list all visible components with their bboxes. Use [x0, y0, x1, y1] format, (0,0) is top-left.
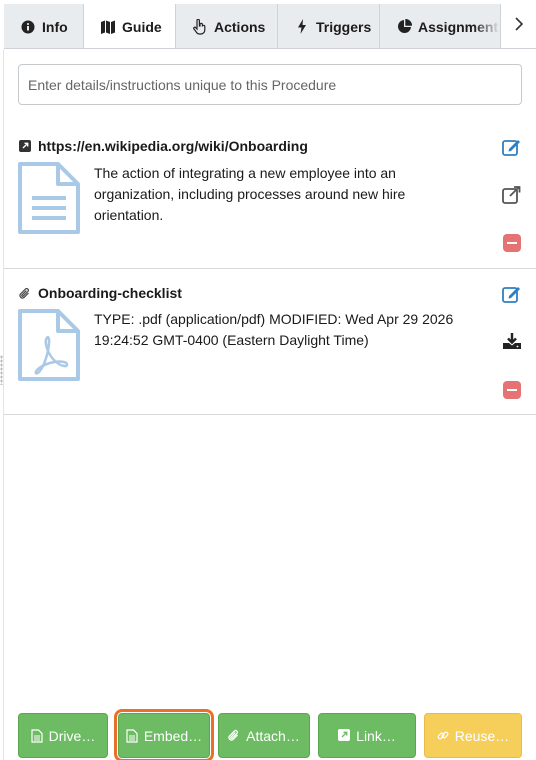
item-title[interactable]: Onboarding-checklist [38, 285, 182, 301]
tab-assignment[interactable]: Assignment [380, 4, 504, 48]
item-title[interactable]: https://en.wikipedia.org/wiki/Onboarding [38, 138, 308, 154]
tab-bar: Info Guide Actions Triggers Assignment [4, 4, 536, 49]
pdf-document-icon [18, 309, 80, 386]
minus-icon [503, 234, 521, 252]
button-label: Link… [356, 727, 396, 744]
file-icon [31, 728, 43, 743]
open-external-button[interactable] [501, 184, 523, 206]
link-button[interactable]: Link… [318, 713, 416, 758]
tab-guide[interactable]: Guide [84, 4, 176, 48]
document-icon [18, 162, 80, 239]
download-button[interactable] [501, 330, 523, 352]
add-resource-toolbar: Drive… Embed… Attach… Link… Reuse… [4, 704, 536, 760]
remove-button[interactable] [501, 379, 523, 401]
button-label: Embed… [143, 727, 203, 744]
paperclip-icon [228, 729, 240, 743]
embed-button[interactable]: Embed… [114, 709, 214, 760]
tab-label: Actions [214, 18, 266, 35]
bolt-icon [294, 19, 310, 35]
item-description: The action of integrating a new employee… [94, 165, 406, 223]
external-link-square-icon [18, 139, 32, 153]
external-link-square-icon [338, 728, 351, 743]
attach-button[interactable]: Attach… [218, 713, 310, 758]
chevron-right-icon [514, 17, 523, 36]
guide-item-link: https://en.wikipedia.org/wiki/Onboarding… [4, 124, 536, 269]
tab-triggers[interactable]: Triggers [278, 4, 380, 48]
hand-pointer-icon [192, 18, 208, 35]
file-icon [126, 728, 138, 743]
edit-button[interactable] [501, 136, 523, 158]
item-title-row: Onboarding-checklist [18, 285, 182, 301]
button-label: Drive… [48, 727, 96, 744]
button-label: Attach… [246, 727, 300, 744]
minus-icon [503, 381, 521, 399]
guide-item-attachment: Onboarding-checklist TYPE: .pdf (applica… [4, 269, 536, 415]
info-circle-icon [20, 19, 36, 35]
edit-button[interactable] [501, 283, 523, 305]
procedure-details-input[interactable] [18, 64, 522, 105]
item-title-row: https://en.wikipedia.org/wiki/Onboarding [18, 138, 308, 154]
drive-button[interactable]: Drive… [18, 713, 108, 758]
tab-scroll-next-button[interactable] [500, 4, 536, 48]
reuse-button[interactable]: Reuse… [424, 713, 522, 758]
tab-info[interactable]: Info [4, 4, 84, 48]
tab-label: Info [42, 18, 68, 35]
map-icon [100, 19, 116, 35]
button-label: Reuse… [454, 727, 510, 744]
tab-label: Assignment [418, 18, 499, 35]
link-chain-icon [437, 729, 449, 743]
tab-actions[interactable]: Actions [176, 4, 278, 48]
remove-button[interactable] [501, 232, 523, 254]
resize-grip[interactable] [0, 355, 3, 385]
pie-chart-icon [396, 19, 412, 35]
paperclip-icon [18, 286, 32, 300]
item-description: TYPE: .pdf (application/pdf) MODIFIED: W… [94, 311, 454, 348]
tab-label: Guide [122, 18, 162, 35]
tab-label: Triggers [316, 18, 372, 35]
